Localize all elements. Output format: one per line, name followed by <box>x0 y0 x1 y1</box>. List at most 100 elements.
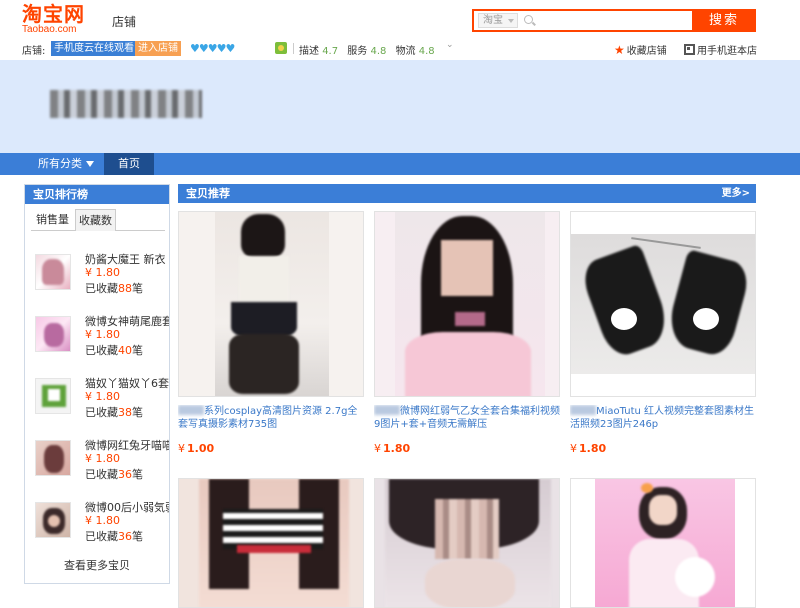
currency-symbol: ¥ <box>178 442 185 455</box>
favorite-shop-label: 收藏店铺 <box>626 46 667 57</box>
rating-value: 4.7 <box>322 46 339 57</box>
tab-favorites[interactable]: 收藏数 <box>75 209 116 231</box>
product-image[interactable] <box>374 478 560 608</box>
product-thumbnail[interactable] <box>35 378 71 414</box>
recommend-header: 宝贝推荐 更多> <box>178 184 756 203</box>
ranking-tabs: 销售量 收藏数 <box>31 209 165 231</box>
blurred-shop-title <box>50 90 202 118</box>
ranking-item[interactable]: 猫奴丫猫奴丫6套 ¥ 1.80 已收藏38笔 <box>35 373 169 425</box>
search-icon <box>524 15 533 24</box>
product-price: ¥ 1.80 <box>85 328 120 341</box>
product-price: ¥ 1.80 <box>85 390 120 403</box>
fav-suffix: 笔 <box>132 468 143 481</box>
search-button[interactable]: 搜索 <box>692 9 756 32</box>
chevron-down-icon <box>508 19 514 23</box>
product-title-text: 系列cosplay高清图片资源 2.7g全套写真摄影素材735图 <box>178 406 358 430</box>
star-icon: ★ <box>614 43 625 57</box>
product-name[interactable]: 微博女神萌尾鹿套 <box>85 313 169 329</box>
ranking-item[interactable]: 微博网红兔牙喵喵 ¥ 1.80 已收藏36笔 <box>35 435 169 487</box>
all-categories-menu[interactable]: 所有分类 <box>24 153 104 175</box>
product-price: ¥ 1.80 <box>85 266 120 279</box>
currency-symbol: ¥ <box>374 442 381 455</box>
product-title[interactable]: MiaoTutu 红人视频完整套图素材生活照频23图片246p <box>570 405 756 433</box>
product-image[interactable] <box>570 478 756 608</box>
shop-banner <box>0 60 800 153</box>
search-input[interactable] <box>538 12 688 29</box>
fav-prefix: 已收藏 <box>85 530 118 543</box>
product-image[interactable] <box>178 478 364 608</box>
fav-count: 88 <box>118 282 132 295</box>
rating-label: 服务 <box>347 46 368 57</box>
product-thumbnail[interactable] <box>35 254 71 290</box>
mobile-shop-label: 用手机逛本店 <box>697 46 757 57</box>
product-thumbnail[interactable] <box>35 502 71 538</box>
currency-symbol: ¥ <box>570 442 577 455</box>
shop-name[interactable]: 手机度云在线观看 <box>51 41 137 56</box>
favorite-count: 已收藏88笔 <box>85 280 143 296</box>
product-name[interactable]: 微博网红兔牙喵喵 <box>85 437 169 453</box>
fav-suffix: 笔 <box>132 344 143 357</box>
rating-value: 4.8 <box>370 46 387 57</box>
product-name[interactable]: 微博00后小弱気弱 <box>85 499 169 515</box>
product-title[interactable]: 系列cosplay高清图片资源 2.7g全套写真摄影素材735图 <box>178 405 364 433</box>
ranking-item[interactable]: 奶酱大魔王 新衣 ¥ 1.80 已收藏88笔 <box>35 249 167 301</box>
logo-cn: 淘宝网 <box>22 2 85 26</box>
chevron-down-icon[interactable]: ⌄ <box>446 40 454 50</box>
favorite-shop-link[interactable]: ★ 收藏店铺 <box>614 42 667 57</box>
qr-code-icon <box>684 44 695 55</box>
search-scope-label: 淘宝 <box>483 15 503 26</box>
top-bar: 淘宝网 Taobao.com 店铺 淘宝 搜索 <box>0 0 800 40</box>
mobile-shop-link[interactable]: 用手机逛本店 <box>684 42 757 57</box>
ranking-item[interactable]: 微博女神萌尾鹿套 ¥ 1.80 已收藏40笔 <box>35 311 169 363</box>
blurred-text <box>374 405 400 415</box>
product-image[interactable] <box>570 211 756 397</box>
ranking-title: 宝贝排行榜 <box>25 185 169 204</box>
price-value: 1.80 <box>383 442 411 455</box>
blurred-text <box>178 405 204 415</box>
fav-prefix: 已收藏 <box>85 344 118 357</box>
divider <box>293 43 294 54</box>
product-image[interactable] <box>178 211 364 397</box>
shop-nav: 所有分类 首页 <box>0 153 800 175</box>
product-image[interactable] <box>374 211 560 397</box>
shop-name-label: 店铺: <box>22 46 46 57</box>
favorite-count: 已收藏38笔 <box>85 404 143 420</box>
tab-sales[interactable]: 销售量 <box>33 209 72 231</box>
product-name[interactable]: 猫奴丫猫奴丫6套 <box>85 375 169 391</box>
more-link[interactable]: 更多> <box>722 184 750 203</box>
rating-label: 物流 <box>395 46 416 57</box>
product-price: ¥ 1.80 <box>85 514 120 527</box>
product-thumbnail[interactable] <box>35 316 71 352</box>
product-thumbnail[interactable] <box>35 440 71 476</box>
product-title-text: MiaoTutu 红人视频完整套图素材生活照频23图片246p <box>570 406 755 430</box>
ranking-panel: 宝贝排行榜 销售量 收藏数 奶酱大魔王 新衣 ¥ 1.80 已收藏88笔 微博女… <box>24 184 170 584</box>
taobao-logo[interactable]: 淘宝网 Taobao.com <box>22 4 94 36</box>
ranking-item[interactable]: 微博00后小弱気弱 ¥ 1.80 已收藏36笔 <box>35 497 169 549</box>
fav-count: 38 <box>118 406 132 419</box>
fav-prefix: 已收藏 <box>85 468 118 481</box>
shop-info-bar: 店铺: 手机度云在线观看 进入店铺 ♥♥♥♥♥ 描述 4.7 服务 4.8 物流… <box>0 40 800 58</box>
nav-home-tab[interactable]: 首页 <box>104 153 154 175</box>
blurred-text <box>570 405 596 415</box>
product-title[interactable]: 微博网红弱气乙女全套合集福利视频9图片+套+音频无需解压 <box>374 405 560 433</box>
shop-label: 店铺 <box>112 15 137 29</box>
fav-count: 36 <box>118 468 132 481</box>
recommend-panel: 宝贝推荐 更多> 系列cosplay高清图片资源 2.7g全套写真摄影素材735… <box>178 184 756 608</box>
credit-hearts-icon: ♥♥♥♥♥ <box>190 42 235 55</box>
fav-count: 40 <box>118 344 132 357</box>
fav-count: 36 <box>118 530 132 543</box>
view-more-products-link[interactable]: 查看更多宝贝 <box>25 557 169 573</box>
enter-shop-button[interactable]: 进入店铺 <box>135 41 181 56</box>
product-name[interactable]: 奶酱大魔王 新衣 <box>85 251 169 267</box>
product-price: ¥1.80 <box>374 442 410 455</box>
product-price: ¥ 1.80 <box>85 452 120 465</box>
price-value: 1.00 <box>187 442 215 455</box>
rating-label: 描述 <box>299 46 319 57</box>
fav-suffix: 笔 <box>132 282 143 295</box>
product-price: ¥1.00 <box>178 442 214 455</box>
favorite-count: 已收藏36笔 <box>85 528 143 544</box>
recommend-title: 宝贝推荐 <box>186 187 230 200</box>
shop-ratings[interactable]: 描述 4.7 服务 4.8 物流 4.8 <box>299 42 441 57</box>
search-scope-select[interactable]: 淘宝 <box>478 13 518 28</box>
fav-prefix: 已收藏 <box>85 282 118 295</box>
